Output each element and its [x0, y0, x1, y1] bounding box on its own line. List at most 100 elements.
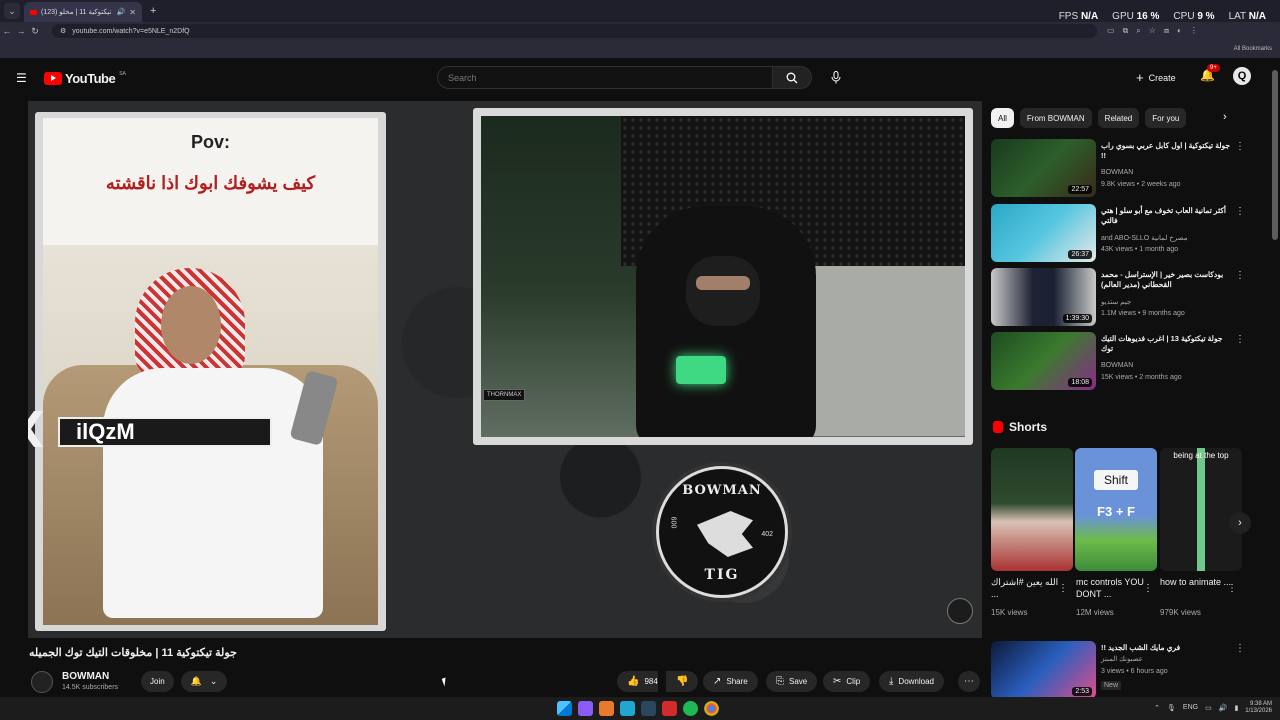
battery-icon[interactable]: ▮ [1234, 704, 1238, 712]
search-button[interactable] [772, 66, 812, 89]
overlay-name-tag: ilQzM [58, 417, 272, 447]
hamburger-menu-icon[interactable]: ☰ [16, 71, 29, 85]
volume-icon[interactable]: 🔊 [1219, 704, 1228, 712]
spotify-icon[interactable] [683, 701, 698, 716]
youtube-logo[interactable]: YouTube SA [44, 71, 126, 86]
translate-icon[interactable]: ⧉ [1123, 26, 1129, 36]
chevron-right-icon[interactable]: › [1223, 111, 1227, 123]
video-thumbnail[interactable]: 26:37 [991, 204, 1096, 262]
more-options-icon[interactable]: ⋮ [1235, 334, 1245, 345]
short-title[interactable]: mc controls YOU DONT ... [1076, 577, 1150, 600]
more-options-icon[interactable]: ⋮ [1235, 206, 1245, 217]
rec-title[interactable]: جولة تيكتوكية | اول كابل عربي بسوي راب !… [1101, 141, 1235, 161]
youtube-favicon-icon [30, 9, 37, 15]
reload-icon[interactable]: ↻ [28, 26, 42, 37]
voice-search-button[interactable] [824, 66, 847, 89]
app-icon[interactable] [599, 701, 614, 716]
notifications-button[interactable]: 🔔 9+ [1200, 64, 1220, 82]
close-tab-icon[interactable]: ✕ [129, 8, 136, 17]
new-tab-icon[interactable]: + [150, 5, 156, 17]
all-bookmarks-link[interactable]: All Bookmarks [1234, 46, 1272, 52]
audio-icon[interactable]: 🔊 [117, 8, 126, 16]
rec-title[interactable]: أكثر تمانية العاب تخوف مع أبو سلو | هتي … [1101, 206, 1235, 226]
network-icon[interactable]: ▭ [1205, 704, 1212, 712]
more-options-icon[interactable]: ⋮ [1235, 141, 1245, 152]
dislike-button[interactable]: 👎 [666, 671, 699, 692]
forward-icon[interactable]: → [14, 26, 28, 36]
logo-top-text: BOWMAN [682, 483, 762, 498]
zoom-icon[interactable]: ⌕ [1136, 26, 1140, 36]
windows-start-icon[interactable] [557, 701, 572, 716]
video-player[interactable]: Pov: كيف يشوفك ابوك اذا ناقشته ilQzM THO… [28, 101, 982, 638]
chip-from-channel[interactable]: From BOWMAN [1019, 108, 1092, 128]
subscription-bell-button[interactable]: 🔔 ⌄ [181, 671, 227, 692]
recommended-video[interactable]: 2:53 فري مايك الشب الجديد !! عصبونك المب… [991, 641, 1271, 697]
bookmark-star-icon[interactable]: ☆ [1149, 26, 1156, 36]
recommended-video[interactable]: 26:37 أكثر تمانية العاب تخوف مع أبو سلو … [991, 204, 1271, 262]
browser-tab[interactable]: (123) جولة تيكتوكية 11 | مخلو... 🔊 ✕ [24, 2, 142, 22]
tray-chevron-icon[interactable]: ⌃ [1154, 704, 1160, 712]
cast-icon[interactable]: ▭ [1107, 26, 1115, 36]
video-thumbnail[interactable]: 18:08 [991, 332, 1096, 390]
more-options-icon[interactable]: ⋮ [1235, 270, 1245, 281]
more-options-icon[interactable]: ⋮ [1143, 583, 1153, 594]
short-thumbnail[interactable]: Shift F3 + F [1075, 448, 1157, 571]
edge-icon[interactable] [620, 701, 635, 716]
rec-channel[interactable]: BOWMAN [1101, 362, 1133, 369]
profile-icon[interactable]: ◐ [1177, 26, 1182, 36]
account-avatar[interactable]: Q [1233, 67, 1251, 85]
site-info-icon[interactable]: ⚙ [60, 27, 66, 35]
share-button[interactable]: ↗ Share [703, 671, 758, 692]
chip-for-you[interactable]: For you [1145, 108, 1187, 128]
short-title[interactable]: how to animate ... [1160, 577, 1234, 589]
game-launcher-icon[interactable] [662, 701, 677, 716]
recommended-video[interactable]: 1:39:30 بودكاست بصير خير | الإستراسل - م… [991, 268, 1271, 326]
more-options-icon[interactable]: ⋮ [1235, 643, 1245, 654]
rec-title[interactable]: فري مايك الشب الجديد !! [1101, 643, 1235, 653]
save-button[interactable]: ⎘ Save [766, 671, 818, 692]
short-title[interactable]: الله يعين #اشتراك ... [991, 577, 1065, 600]
rec-channel[interactable]: BOWMAN [1101, 169, 1133, 176]
more-actions-button[interactable]: ⋯ [958, 671, 980, 692]
recommended-video[interactable]: 18:08 جولة تيكتوكية 13 | اغرب فديوهات ال… [991, 332, 1271, 390]
back-icon[interactable]: ← [0, 26, 14, 36]
chip-related[interactable]: Related [1097, 108, 1140, 128]
like-button[interactable]: 👍 984 [617, 671, 658, 692]
channel-name[interactable]: BOWMAN [62, 671, 109, 682]
menu-icon[interactable]: ⋮ [1190, 26, 1198, 36]
channel-avatar[interactable] [31, 671, 53, 693]
extensions-icon[interactable]: ⧈ [1164, 26, 1169, 36]
video-thumbnail[interactable]: 1:39:30 [991, 268, 1096, 326]
more-options-icon[interactable]: ⋮ [1227, 583, 1237, 594]
short-thumbnail[interactable]: being at the top [1160, 448, 1242, 571]
rec-channel[interactable]: عصبونك المبتز [1101, 655, 1143, 663]
language-indicator[interactable]: ENG [1183, 704, 1198, 711]
rec-channel[interactable]: جيم ستديو [1101, 298, 1131, 306]
search-input[interactable]: Search [437, 66, 773, 89]
page-scrollbar[interactable] [1272, 70, 1278, 240]
shorts-next-button[interactable]: › [1229, 512, 1251, 534]
rec-title[interactable]: جولة تيكتوكية 13 | اغرب فديوهات التيك تو… [1101, 334, 1235, 354]
steam-icon[interactable] [641, 701, 656, 716]
discord-icon[interactable] [578, 701, 593, 716]
clock[interactable]: 9:38 AM 1/13/2026 [1245, 701, 1272, 715]
channel-watermark-icon[interactable] [947, 598, 973, 624]
chip-all[interactable]: All [991, 108, 1014, 128]
video-thumbnail[interactable]: 2:53 [991, 641, 1096, 697]
clip-button[interactable]: ✂ Clip [823, 671, 871, 692]
video-thumbnail[interactable]: 22:57 [991, 139, 1096, 197]
recommended-video[interactable]: 22:57 جولة تيكتوكية | اول كابل عربي بسوي… [991, 139, 1271, 197]
tab-search-icon[interactable]: ⌄ [4, 3, 20, 19]
create-button[interactable]: + Create [1136, 70, 1176, 85]
download-button[interactable]: ⤓ Download [879, 671, 944, 692]
rec-title[interactable]: بودكاست بصير خير | الإستراسل - محمد القح… [1101, 270, 1235, 290]
more-options-icon[interactable]: ⋮ [1058, 583, 1068, 594]
rec-channel[interactable]: and ABO-SLLO مصرخ لمانية [1101, 234, 1187, 242]
rec-meta: 3 views • 6 hours ago [1101, 668, 1168, 675]
mic-tray-icon[interactable]: 🎙 [1167, 704, 1176, 712]
man-face [161, 286, 221, 364]
short-thumbnail[interactable] [991, 448, 1073, 571]
url-field[interactable]: ⚙ youtube.com/watch?v=e5NLE_n2DfQ [52, 24, 1097, 38]
chrome-icon[interactable] [704, 701, 719, 716]
join-button[interactable]: Join [141, 671, 174, 692]
